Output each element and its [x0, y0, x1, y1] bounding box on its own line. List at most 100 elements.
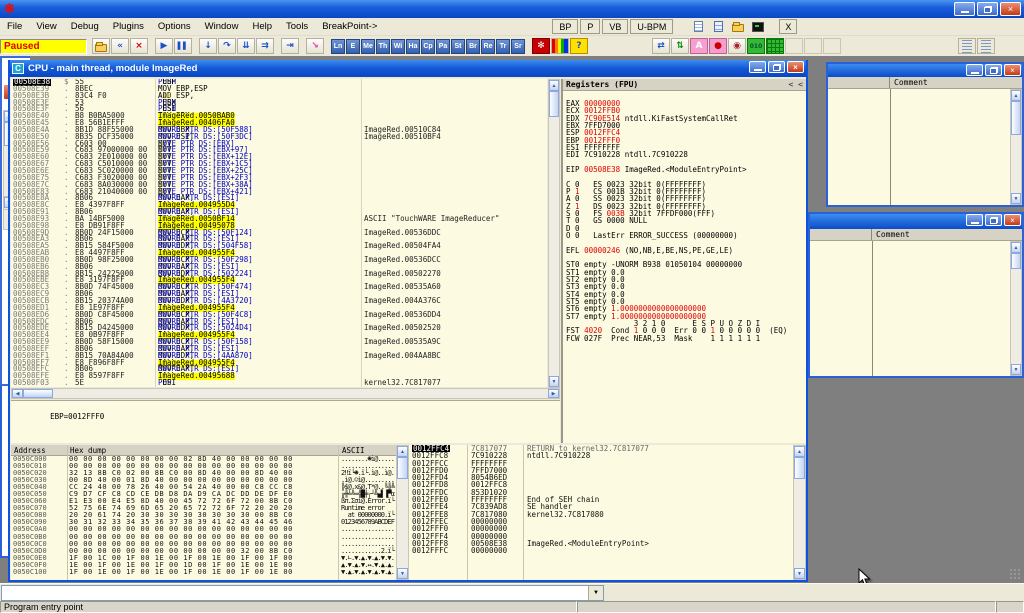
copy-page-button[interactable]: [689, 20, 707, 34]
cpu-titlebar[interactable]: C CPU - main thread, module ImageRed ×: [10, 60, 806, 77]
dump-header-hex[interactable]: Hex dump: [70, 446, 106, 455]
stack-row[interactable]: 0012FFD80012FFC8: [409, 481, 793, 488]
scroll-left-icon[interactable]: ◀: [12, 389, 23, 398]
minimize-button[interactable]: [966, 214, 983, 226]
menu-item-window[interactable]: Window: [198, 21, 246, 32]
stack-row[interactable]: 0012FFE87C817080kernel32.7C817080: [409, 511, 793, 518]
scroll-down-icon[interactable]: ▼: [549, 376, 559, 387]
restore-button[interactable]: [768, 61, 785, 73]
menu-item-options[interactable]: Options: [151, 21, 198, 32]
menu-item-debug[interactable]: Debug: [64, 21, 106, 32]
scroll-up-icon[interactable]: ▲: [794, 446, 805, 457]
scrollbar[interactable]: ▲▼: [1010, 241, 1022, 376]
stack-row[interactable]: 0012FFF800508E38ImageRed.<ModuleEntryPoi…: [409, 540, 793, 547]
menu-item-plugins[interactable]: Plugins: [106, 21, 151, 32]
command-combobox[interactable]: ▼: [1, 585, 604, 601]
comment-window-middle-titlebar[interactable]: ×: [810, 214, 1022, 229]
scroll-up-icon[interactable]: ▲: [1011, 242, 1021, 253]
toolbar-letter-br[interactable]: Br: [466, 39, 480, 54]
scroll-down-icon[interactable]: ▼: [794, 568, 805, 579]
run-button[interactable]: ▶: [155, 38, 173, 54]
step-into-button[interactable]: ↓: [199, 38, 217, 54]
close-button[interactable]: ×: [787, 61, 804, 73]
register-line[interactable]: EFL 00000246 (NO,NB,E,BE,NS,PE,GE,LE): [563, 238, 806, 245]
vb-button[interactable]: VB: [602, 19, 628, 34]
options-button[interactable]: ✻: [532, 38, 550, 54]
scroll-down-icon[interactable]: ▼: [397, 568, 408, 579]
pause-button[interactable]: ▌▌: [174, 38, 192, 54]
info-pane[interactable]: EBP=0012FFF0: [11, 400, 560, 443]
comment-column-header[interactable]: Comment: [890, 77, 928, 88]
toolbar-letter-re[interactable]: Re: [481, 39, 495, 54]
left-column-header[interactable]: [828, 77, 890, 88]
close-button[interactable]: ×: [1004, 214, 1021, 226]
bits-button[interactable]: 010: [747, 38, 765, 54]
restart-button[interactable]: «: [111, 38, 129, 54]
comment-window-top-titlebar[interactable]: ×: [828, 64, 1022, 77]
toolbar-letter-e[interactable]: E: [346, 39, 360, 54]
open-file-button[interactable]: [92, 38, 110, 54]
toolbar-letter-ha[interactable]: Ha: [406, 39, 420, 54]
register-line[interactable]: S 0 FS 003B 32bit 7FFDF000(FFF): [563, 201, 806, 208]
dump-scrollbar[interactable]: ▲▼: [396, 445, 409, 580]
register-line[interactable]: FST 4020 Cond 1 0 0 0 Err 0 0 1 0 0 0 0 …: [563, 318, 806, 325]
toolbar-letter-wi[interactable]: Wi: [391, 39, 405, 54]
execute-till-return-button[interactable]: ⇥: [281, 38, 299, 54]
grid-button[interactable]: [766, 38, 784, 54]
restore-button[interactable]: [977, 2, 998, 16]
updown-button[interactable]: ⇅: [671, 38, 689, 54]
p-button[interactable]: P: [580, 19, 600, 34]
stack-row[interactable]: 0012FFC47C817077RETURN to kernel32.7C817…: [409, 445, 793, 452]
minimize-button[interactable]: [954, 2, 975, 16]
register-line[interactable]: EDI 7C910228 ntdll.7C910228: [563, 142, 806, 149]
registers-nav-arrows[interactable]: < <: [789, 80, 803, 89]
register-line[interactable]: ST3 empty 0.0: [563, 274, 806, 281]
register-line[interactable]: EBP 0012FFF0: [563, 128, 806, 135]
stack-row[interactable]: 0012FFCCFFFFFFFF: [409, 460, 793, 467]
disasm-row[interactable]: 00508E3B.83C4 F0ADD ESP,-10: [11, 93, 547, 100]
console-button[interactable]: [749, 20, 767, 34]
register-line[interactable]: ST4 empty 0.0: [563, 282, 806, 289]
scrollbar[interactable]: ▲▼: [1010, 89, 1022, 205]
register-line[interactable]: P 1 CS 001B 32bit 0(FFFFFFFF): [563, 179, 806, 186]
ubpm-button[interactable]: U-BPM: [630, 19, 673, 34]
assemble-button[interactable]: A: [690, 38, 708, 54]
close-program-button[interactable]: ×: [130, 38, 148, 54]
toolbar-letter-ln[interactable]: Ln: [331, 39, 345, 54]
stack-scrollbar[interactable]: ▲▼: [793, 445, 806, 580]
disassembly-hscrollbar[interactable]: ◀▶: [11, 388, 560, 399]
disasm-address[interactable]: 00508F03: [13, 380, 49, 387]
stack-row[interactable]: 0012FFF000000000: [409, 525, 793, 532]
open-folder-button[interactable]: [729, 20, 747, 34]
plugin-close-button[interactable]: X: [779, 19, 797, 34]
animate-into-button[interactable]: ⇊: [237, 38, 255, 54]
toolbar-letter-pa[interactable]: Pa: [436, 39, 450, 54]
toolbar-letter-st[interactable]: St: [451, 39, 465, 54]
scroll-down-icon[interactable]: ▼: [1011, 364, 1021, 375]
dump-header-address[interactable]: Address: [14, 446, 46, 455]
swap-button[interactable]: ⇄: [652, 38, 670, 54]
minimize-button[interactable]: [966, 64, 983, 76]
record-button[interactable]: ●: [709, 38, 727, 54]
close-button[interactable]: ×: [1004, 64, 1021, 76]
command-input[interactable]: [2, 586, 588, 600]
register-line[interactable]: ST0 empty -UNORM B938 01050104 00000000: [563, 252, 806, 259]
left-column-header[interactable]: [810, 229, 872, 240]
register-line[interactable]: ST6 empty 1.0000000000000000000: [563, 296, 806, 303]
disasm-row[interactable]: 00508F03.5EPOP ESIkernel32.7C817077: [11, 380, 547, 387]
help-button[interactable]: ?: [570, 38, 588, 54]
restore-button[interactable]: [985, 64, 1002, 76]
register-line[interactable]: ST5 empty 0.0: [563, 289, 806, 296]
appearance-button[interactable]: [551, 38, 569, 54]
scroll-down-icon[interactable]: ▼: [1011, 193, 1021, 204]
window-list-button-1[interactable]: [958, 38, 976, 54]
register-line[interactable]: EAX 00000000: [563, 91, 806, 98]
register-line[interactable]: EIP 00508E38 ImageRed.<ModuleEntryPoint>: [563, 157, 806, 164]
combobox-dropdown-button[interactable]: ▼: [588, 586, 603, 600]
disassembly-pane[interactable]: 00508E38$55PUSH EBP00508E39.8BECMOV EBP,…: [11, 79, 547, 387]
scroll-up-icon[interactable]: ▲: [1011, 90, 1021, 101]
spiral-button[interactable]: ◉: [728, 38, 746, 54]
resize-grip[interactable]: [1009, 568, 1022, 581]
register-line[interactable]: ECX 0012FFB0: [563, 98, 806, 105]
notes-button[interactable]: [709, 20, 727, 34]
